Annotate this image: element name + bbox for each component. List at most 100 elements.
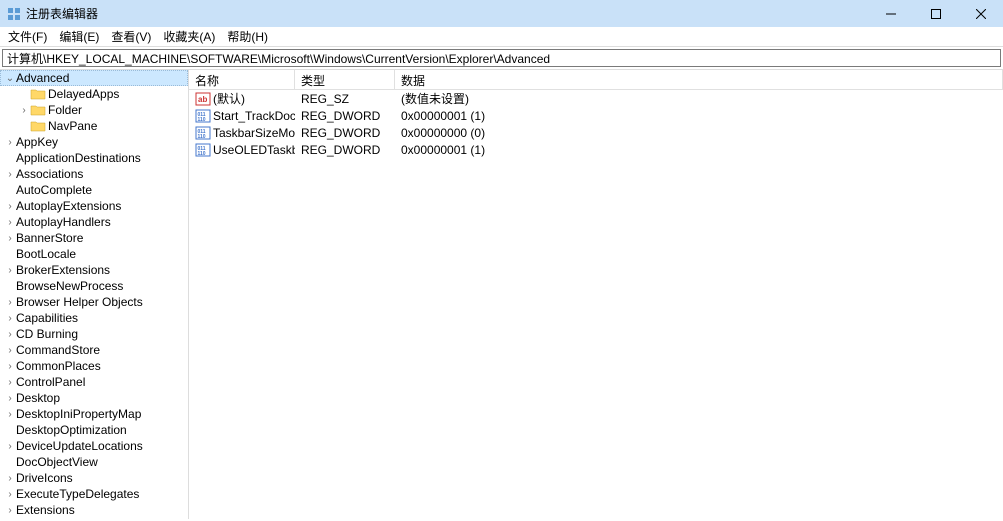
tree-expander-icon[interactable]: › bbox=[4, 313, 16, 324]
cell-name: 011110Start_TrackDocs bbox=[189, 109, 295, 123]
tree-item-label: AutoplayExtensions bbox=[16, 199, 121, 213]
value-name-label: UseOLEDTaskb... bbox=[213, 143, 295, 157]
tree-item[interactable]: NavPane bbox=[0, 118, 188, 134]
tree-expander-icon[interactable]: › bbox=[4, 409, 16, 420]
tree-item[interactable]: ›AutoplayHandlers bbox=[0, 214, 188, 230]
cell-type: REG_DWORD bbox=[295, 109, 395, 123]
list-header: 名称 类型 数据 bbox=[189, 70, 1003, 90]
tree-expander-icon[interactable]: › bbox=[4, 217, 16, 228]
app-icon bbox=[6, 6, 22, 22]
tree-item-label: BrowseNewProcess bbox=[16, 279, 123, 293]
tree-expander-icon[interactable]: › bbox=[4, 441, 16, 452]
tree-item[interactable]: ›CommonPlaces bbox=[0, 358, 188, 374]
minimize-button[interactable] bbox=[868, 0, 913, 27]
tree-expander-icon[interactable]: › bbox=[4, 137, 16, 148]
menu-help[interactable]: 帮助(H) bbox=[221, 26, 274, 47]
folder-icon bbox=[30, 103, 46, 117]
tree-item-label: CD Burning bbox=[16, 327, 78, 341]
tree-item-label: ExecuteTypeDelegates bbox=[16, 487, 139, 501]
tree-expander-icon[interactable]: › bbox=[4, 473, 16, 484]
column-name[interactable]: 名称 bbox=[189, 70, 295, 89]
tree-item[interactable]: ›AutoplayExtensions bbox=[0, 198, 188, 214]
tree-item[interactable]: ›AppKey bbox=[0, 134, 188, 150]
tree-expander-icon[interactable]: › bbox=[4, 233, 16, 244]
svg-text:110: 110 bbox=[198, 134, 206, 140]
menu-file[interactable]: 文件(F) bbox=[2, 26, 53, 47]
tree-expander-icon[interactable]: › bbox=[4, 345, 16, 356]
column-data[interactable]: 数据 bbox=[395, 70, 1003, 89]
tree-item-label: AutoComplete bbox=[16, 183, 92, 197]
cell-type: REG_SZ bbox=[295, 92, 395, 106]
tree-expander-icon[interactable]: ⌄ bbox=[4, 73, 16, 84]
cell-name: 011110UseOLEDTaskb... bbox=[189, 143, 295, 157]
tree-item[interactable]: ›Capabilities bbox=[0, 310, 188, 326]
list-row[interactable]: 011110Start_TrackDocsREG_DWORD0x00000001… bbox=[189, 107, 1003, 124]
tree-expander-icon[interactable]: › bbox=[4, 393, 16, 404]
cell-type: REG_DWORD bbox=[295, 126, 395, 140]
tree-item[interactable]: ›ControlPanel bbox=[0, 374, 188, 390]
tree-item[interactable]: ›ExecuteTypeDelegates bbox=[0, 486, 188, 502]
tree-item[interactable]: ›Extensions bbox=[0, 502, 188, 518]
tree-item[interactable]: DocObjectView bbox=[0, 454, 188, 470]
tree-item[interactable]: AutoComplete bbox=[0, 182, 188, 198]
tree-item[interactable]: ›DriveIcons bbox=[0, 470, 188, 486]
tree-item[interactable]: ›Associations bbox=[0, 166, 188, 182]
tree-item[interactable]: ›CommandStore bbox=[0, 342, 188, 358]
tree-expander-icon[interactable]: › bbox=[4, 489, 16, 500]
list-row[interactable]: 011110TaskbarSizeMo...REG_DWORD0x0000000… bbox=[189, 124, 1003, 141]
tree-expander-icon[interactable]: › bbox=[4, 505, 16, 516]
tree-item[interactable]: BrowseNewProcess bbox=[0, 278, 188, 294]
tree-item-label: DocObjectView bbox=[16, 455, 98, 469]
tree-item[interactable]: ›Folder bbox=[0, 102, 188, 118]
tree-item[interactable]: ›Browser Helper Objects bbox=[0, 294, 188, 310]
tree-item-label: Browser Helper Objects bbox=[16, 295, 143, 309]
tree-item-label: DeviceUpdateLocations bbox=[16, 439, 143, 453]
tree-item-label: CommandStore bbox=[16, 343, 100, 357]
tree-item[interactable]: ›Desktop bbox=[0, 390, 188, 406]
tree-item-label: DriveIcons bbox=[16, 471, 73, 485]
cell-data: (数值未设置) bbox=[395, 90, 1003, 107]
menu-favorites[interactable]: 收藏夹(A) bbox=[157, 26, 221, 47]
cell-data: 0x00000001 (1) bbox=[395, 143, 1003, 157]
tree-expander-icon[interactable]: › bbox=[4, 201, 16, 212]
tree-pane[interactable]: ⌄AdvancedDelayedApps›FolderNavPane›AppKe… bbox=[0, 70, 189, 519]
tree-expander-icon[interactable]: › bbox=[4, 297, 16, 308]
cell-name: ab(默认) bbox=[189, 90, 295, 107]
tree-item-label: Extensions bbox=[16, 503, 75, 517]
tree-item[interactable]: DesktopOptimization bbox=[0, 422, 188, 438]
close-button[interactable] bbox=[958, 0, 1003, 27]
tree-item[interactable]: ›DesktopIniPropertyMap bbox=[0, 406, 188, 422]
column-type[interactable]: 类型 bbox=[295, 70, 395, 89]
list-row[interactable]: 011110UseOLEDTaskb...REG_DWORD0x00000001… bbox=[189, 141, 1003, 158]
tree-item[interactable]: ›DeviceUpdateLocations bbox=[0, 438, 188, 454]
tree-item[interactable]: DelayedApps bbox=[0, 86, 188, 102]
tree-expander-icon[interactable]: › bbox=[4, 265, 16, 276]
tree-item[interactable]: ›BrokerExtensions bbox=[0, 262, 188, 278]
tree-expander-icon[interactable]: › bbox=[4, 377, 16, 388]
titlebar: 注册表编辑器 bbox=[0, 0, 1003, 27]
maximize-button[interactable] bbox=[913, 0, 958, 27]
menubar: 文件(F) 编辑(E) 查看(V) 收藏夹(A) 帮助(H) bbox=[0, 27, 1003, 47]
reg-dword-icon: 011110 bbox=[195, 109, 211, 123]
list-row[interactable]: ab(默认)REG_SZ(数值未设置) bbox=[189, 90, 1003, 107]
tree-item-label: CommonPlaces bbox=[16, 359, 101, 373]
tree-item-label: DesktopOptimization bbox=[16, 423, 127, 437]
tree-expander-icon[interactable]: › bbox=[18, 105, 30, 116]
tree-item[interactable]: BootLocale bbox=[0, 246, 188, 262]
list-pane[interactable]: 名称 类型 数据 ab(默认)REG_SZ(数值未设置)011110Start_… bbox=[189, 70, 1003, 519]
tree-item[interactable]: ApplicationDestinations bbox=[0, 150, 188, 166]
tree-item-label: Capabilities bbox=[16, 311, 78, 325]
window-title: 注册表编辑器 bbox=[26, 5, 98, 22]
tree-expander-icon[interactable]: › bbox=[4, 169, 16, 180]
tree-item-label: AutoplayHandlers bbox=[16, 215, 111, 229]
tree-item[interactable]: ›BannerStore bbox=[0, 230, 188, 246]
reg-dword-icon: 011110 bbox=[195, 143, 211, 157]
tree-item[interactable]: ⌄Advanced bbox=[0, 70, 188, 86]
tree-expander-icon[interactable]: › bbox=[4, 361, 16, 372]
tree-item[interactable]: ›CD Burning bbox=[0, 326, 188, 342]
tree-expander-icon[interactable]: › bbox=[4, 329, 16, 340]
menu-view[interactable]: 查看(V) bbox=[105, 26, 157, 47]
menu-edit[interactable]: 编辑(E) bbox=[53, 26, 105, 47]
address-input[interactable] bbox=[2, 49, 1001, 67]
cell-data: 0x00000001 (1) bbox=[395, 109, 1003, 123]
